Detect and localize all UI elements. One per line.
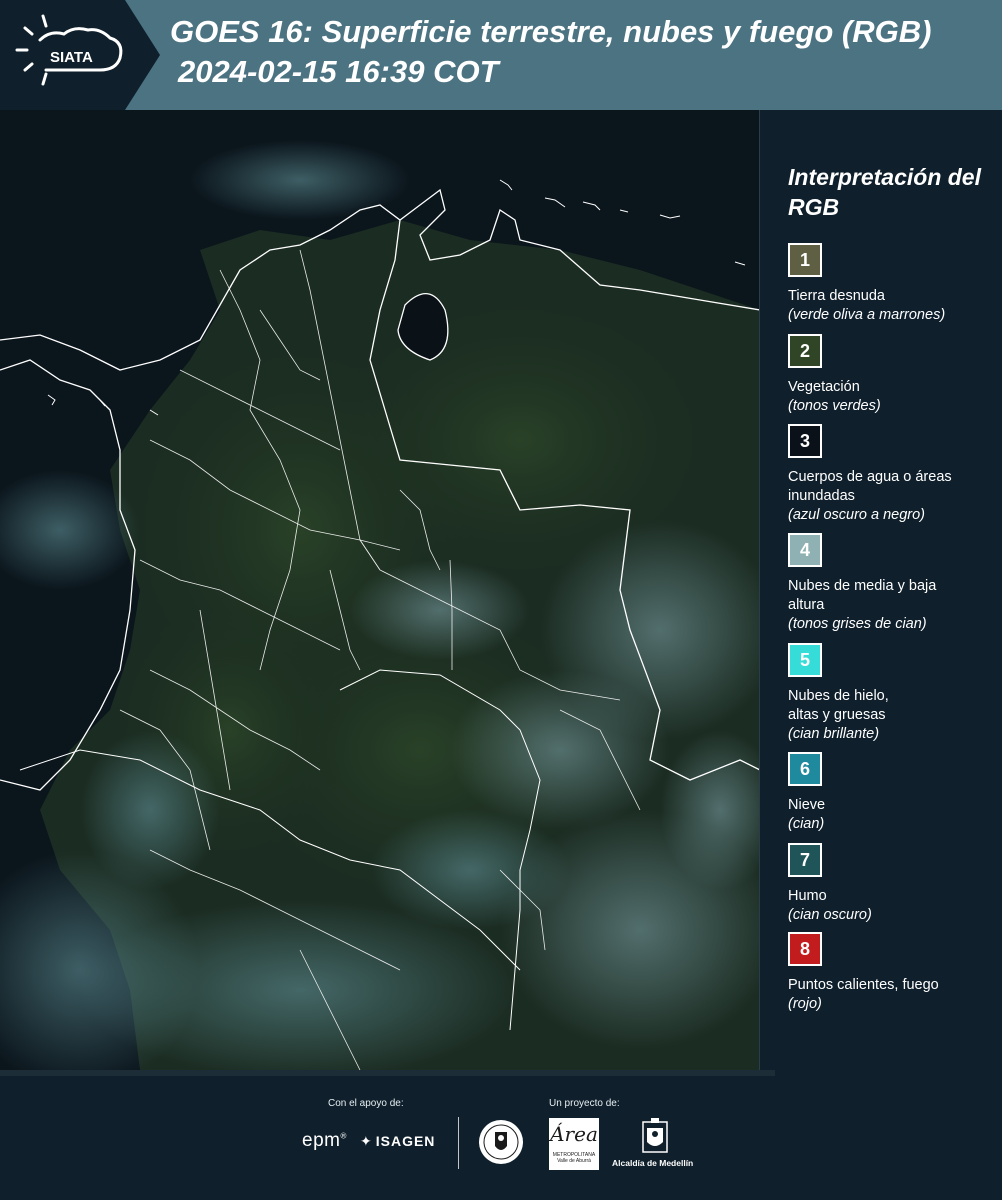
legend-sub: (cian oscuro) — [788, 907, 872, 923]
emblem-shape — [642, 1118, 668, 1153]
isagen-logo-text: ISAGEN — [375, 1133, 436, 1149]
support-label: Con el apoyo de: — [328, 1098, 404, 1109]
isagen-logo[interactable]: ✦ ISAGEN — [360, 1133, 435, 1150]
legend-sub: (cian) — [788, 816, 825, 832]
legend-swatch-3: 3 — [788, 424, 822, 458]
legend-sub: (azul oscuro a negro) — [788, 507, 926, 523]
legend-item-smoke: 7 Humo (cian oscuro) — [788, 843, 1000, 925]
legend-item-snow: 6 Nieve (cian) — [788, 752, 1000, 834]
legend-item-fire: 8 Puntos calientes, fuego (rojo) — [788, 932, 1000, 1014]
legend-panel: Interpretación del RGB 1 Tierra desnuda … — [760, 110, 1002, 1070]
legend-sub: (rojo) — [788, 996, 822, 1012]
epm-logo[interactable]: epm® — [302, 1130, 347, 1152]
siata-logo-text: SIATA — [50, 49, 93, 66]
legend-sub: (tonos grises de cian) — [788, 616, 927, 632]
legend-sub: (cian brillante) — [788, 726, 880, 742]
legend-item-vegetation: 2 Vegetación (tonos verdes) — [788, 334, 1000, 416]
legend-item-bare-soil: 1 Tierra desnuda (verde oliva a marrones… — [788, 243, 1000, 325]
legend-number: 1 — [799, 249, 810, 270]
epm-logo-text: epm — [302, 1130, 341, 1151]
legend-swatch-7: 7 — [788, 843, 822, 877]
project-label: Un proyecto de: — [549, 1098, 620, 1109]
legend-title: Interpretación del RGB — [788, 164, 981, 220]
siata-logo[interactable]: SIATA — [0, 0, 160, 110]
footer-divider — [458, 1117, 459, 1169]
legend-number: 6 — [799, 758, 810, 779]
legend-label: Cuerpos de agua o áreas inundadas — [788, 469, 952, 504]
legend-swatch-4: 4 — [788, 533, 822, 567]
legend-item-ice-clouds: 5 Nubes de hielo, altas y gruesas (cian … — [788, 643, 1000, 744]
legend-label: Tierra desnuda — [788, 288, 885, 304]
area-metropolitana-logo[interactable]: Área METROPOLITANA Valle de Aburrá — [549, 1118, 599, 1170]
legend-sub: (verde oliva a marrones) — [788, 307, 946, 323]
legend-label: Vegetación — [788, 379, 860, 395]
area-logo-big: Área — [550, 1122, 598, 1146]
legend-number: 3 — [799, 430, 810, 451]
legend-label: Nieve — [788, 797, 826, 813]
page-timestamp: 2024-02-15 16:39 COT — [178, 54, 499, 89]
legend-number: 4 — [799, 539, 810, 560]
legend-swatch-6: 6 — [788, 752, 822, 786]
legend-swatch-5: 5 — [788, 643, 822, 677]
footer: Con el apoyo de: Un proyecto de: epm® ✦ I… — [0, 1070, 1002, 1200]
isagen-mark-icon: ✦ — [360, 1133, 373, 1149]
legend-swatch-8: 8 — [788, 932, 822, 966]
area-logo-small: METROPOLITANA Valle de Aburrá — [552, 1152, 596, 1164]
legend-label: Humo — [788, 888, 827, 904]
legend-swatch-1: 1 — [788, 243, 822, 277]
siata-logo-shape: SIATA — [0, 0, 160, 110]
legend-label: Nubes de hielo, altas y gruesas — [788, 688, 889, 723]
page-title: GOES 16: Superficie terrestre, nubes y f… — [170, 14, 932, 49]
legend-item-low-clouds: 4 Nubes de media y baja altura (tonos gr… — [788, 533, 1000, 634]
header-bar: SIATA GOES 16: Superficie terrestre, nub… — [0, 0, 1002, 110]
legend-number: 8 — [799, 938, 810, 959]
legend-sub: (tonos verdes) — [788, 398, 881, 414]
legend-number: 5 — [799, 649, 810, 670]
legend-number: 7 — [799, 849, 810, 870]
university-seal-icon[interactable] — [477, 1118, 525, 1171]
alcaldia-emblem-icon[interactable] — [641, 1118, 669, 1161]
legend-number: 2 — [799, 340, 810, 361]
legend-label: Puntos calientes, fuego — [788, 977, 939, 993]
seal-shape — [479, 1120, 523, 1164]
satellite-map[interactable] — [0, 110, 760, 1070]
legend-label: Nubes de media y baja altura — [788, 578, 937, 613]
satellite-map-image — [0, 110, 759, 1070]
legend-item-water: 3 Cuerpos de agua o áreas inundadas (azu… — [788, 424, 1000, 525]
alcaldia-label: Alcaldía de Medellín — [612, 1158, 694, 1168]
footer-strip — [0, 1070, 775, 1076]
legend-swatch-2: 2 — [788, 334, 822, 368]
